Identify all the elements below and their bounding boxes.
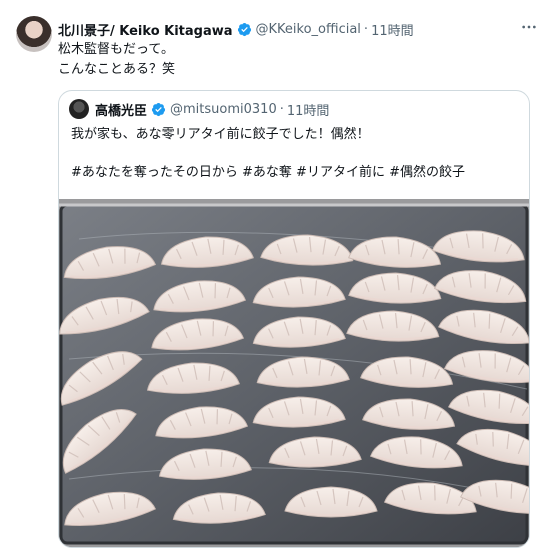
tweet-text: 松木監督もだって。 こんなことある？笑 <box>58 40 175 80</box>
tweet-text-line: 松木監督もだって。 <box>58 42 174 57</box>
quoted-author-handle[interactable]: @mitsuomi0310 <box>170 102 277 117</box>
gyoza-tray-image <box>59 199 529 547</box>
tweet-header: 北川景子/ Keiko Kitagawa @KKeiko_official · … <box>58 20 414 39</box>
more-icon[interactable] <box>520 18 538 36</box>
author-handle[interactable]: @KKeiko_official <box>256 22 361 37</box>
quoted-tweet-timestamp[interactable]: 11時間 <box>287 100 330 119</box>
gyoza-photo[interactable] <box>59 199 529 547</box>
quoted-text-line: 我が家も、あな零リアタイ前に餃子でした！偶然！ <box>71 127 370 142</box>
author-name[interactable]: 北川景子/ Keiko Kitagawa <box>58 20 233 39</box>
quoted-tweet[interactable]: 高橋光臣 @mitsuomi0310 · 11時間 我が家も、あな零リアタイ前に… <box>58 90 530 548</box>
quoted-hashtags[interactable]: #あなたを奪ったその日から #あな奪 #リアタイ前に #偶然の餃子 <box>71 163 465 183</box>
verified-badge-icon <box>151 102 166 116</box>
author-avatar[interactable] <box>16 16 52 52</box>
tweet[interactable]: 北川景子/ Keiko Kitagawa @KKeiko_official · … <box>0 0 556 552</box>
separator-dot: · <box>363 21 369 37</box>
verified-badge-icon <box>237 22 251 36</box>
quoted-tweet-text: 我が家も、あな零リアタイ前に餃子でした！偶然！ #あなたを奪ったその日から #あ… <box>71 125 465 183</box>
tweet-text-line: こんなことある？笑 <box>58 62 176 77</box>
quoted-tweet-header: 高橋光臣 @mitsuomi0310 · 11時間 <box>95 100 330 119</box>
quoted-author-name[interactable]: 高橋光臣 <box>95 100 147 119</box>
quoted-author-avatar[interactable] <box>69 99 89 119</box>
tweet-timestamp[interactable]: 11時間 <box>371 20 414 39</box>
separator-dot: · <box>279 101 284 117</box>
